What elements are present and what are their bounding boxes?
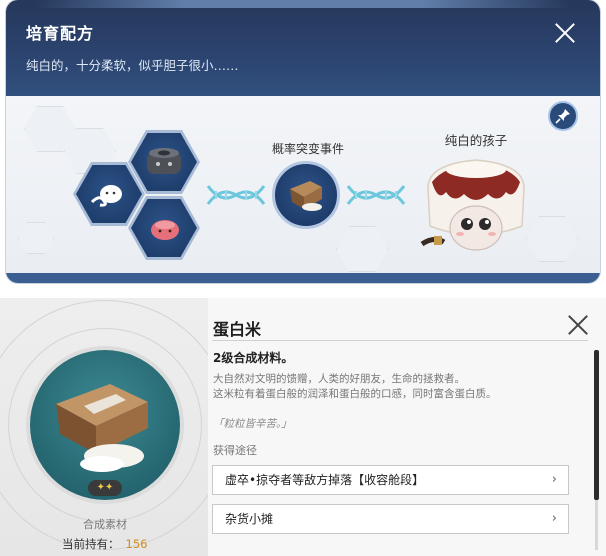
mutation-event-slot[interactable] <box>272 161 340 229</box>
scrollbar-thumb[interactable] <box>594 350 599 500</box>
chevron-right-icon: › <box>551 472 557 487</box>
item-subtitle: 2级合成材料。 <box>213 351 294 365</box>
source-label: 杂货小摊 <box>225 512 274 526</box>
item-image-frame <box>30 350 180 500</box>
recipe-body: 概率突变事件 纯白的孩子 <box>6 96 600 283</box>
item-name: 蛋白米 <box>213 320 262 339</box>
white-creature-icon <box>90 185 122 207</box>
divider <box>212 340 588 341</box>
close-icon[interactable] <box>554 22 576 44</box>
item-description: 大自然对文明的馈赠，人类的好朋友，生命的拯救者。 这米粒有着蛋白般的润泽和蛋白般… <box>213 372 497 402</box>
gray-creature-icon <box>147 148 181 174</box>
pin-button[interactable] <box>548 101 578 131</box>
panel-bottom-bar <box>6 273 600 283</box>
protein-rice-bag-icon <box>290 181 322 211</box>
owned-count: 156 <box>125 537 148 551</box>
dna-arrow-icon <box>346 185 406 205</box>
item-preview: ✦✦ 合成素材 当前持有： 156 <box>0 298 230 556</box>
description-line: 这米粒有着蛋白般的润泽和蛋白般的口感，同时富含蛋白质。 <box>213 388 497 400</box>
hex-decoration <box>336 226 388 272</box>
result-label: 纯白的孩子 <box>444 133 508 148</box>
protein-rice-bag-icon <box>56 384 148 472</box>
owned-count-row: 当前持有： 156 <box>62 536 147 552</box>
hex-decoration <box>18 222 54 254</box>
item-quote: 「粒粒皆辛苦。」 <box>213 418 292 430</box>
acquisition-label: 获得途径 <box>213 444 257 457</box>
pin-icon <box>555 109 570 124</box>
pink-creature-icon <box>151 220 179 240</box>
recipe-title: 培育配方 <box>26 24 95 43</box>
item-type-label: 合成素材 <box>83 518 127 531</box>
dna-arrow-icon <box>206 185 266 205</box>
close-icon[interactable] <box>567 314 589 336</box>
ingredient-slot[interactable] <box>128 196 200 260</box>
recipe-header: 培育配方 纯白的，十分柔软，似乎胆子很小…… <box>6 0 600 96</box>
white-cake-creature-icon[interactable] <box>414 148 538 258</box>
source-button[interactable]: 虚卒•掠夺者等敌方掉落【收容舱段】 › <box>212 465 569 495</box>
rarity-stars: ✦✦ <box>88 480 122 496</box>
item-info: 蛋白米 2级合成材料。 大自然对文明的馈赠，人类的好朋友，生命的拯救者。 这米粒… <box>208 298 606 556</box>
event-label: 概率突变事件 <box>271 142 344 156</box>
chevron-right-icon: › <box>551 511 557 526</box>
source-label: 虚卒•掠夺者等敌方掉落【收容舱段】 <box>225 473 425 487</box>
owned-label: 当前持有： <box>62 537 120 551</box>
item-detail-panel: ✦✦ 合成素材 当前持有： 156 蛋白米 2级合成材料。 大自然对文明的馈赠，人… <box>0 298 606 556</box>
description-line: 大自然对文明的馈赠，人类的好朋友，生命的拯救者。 <box>213 373 465 385</box>
recipe-description: 纯白的，十分柔软，似乎胆子很小…… <box>26 58 239 73</box>
breeding-recipe-panel: 培育配方 纯白的，十分柔软，似乎胆子很小…… 概率突变事件 纯白的孩子 <box>6 0 600 283</box>
source-button[interactable]: 杂货小摊 › <box>212 504 569 534</box>
